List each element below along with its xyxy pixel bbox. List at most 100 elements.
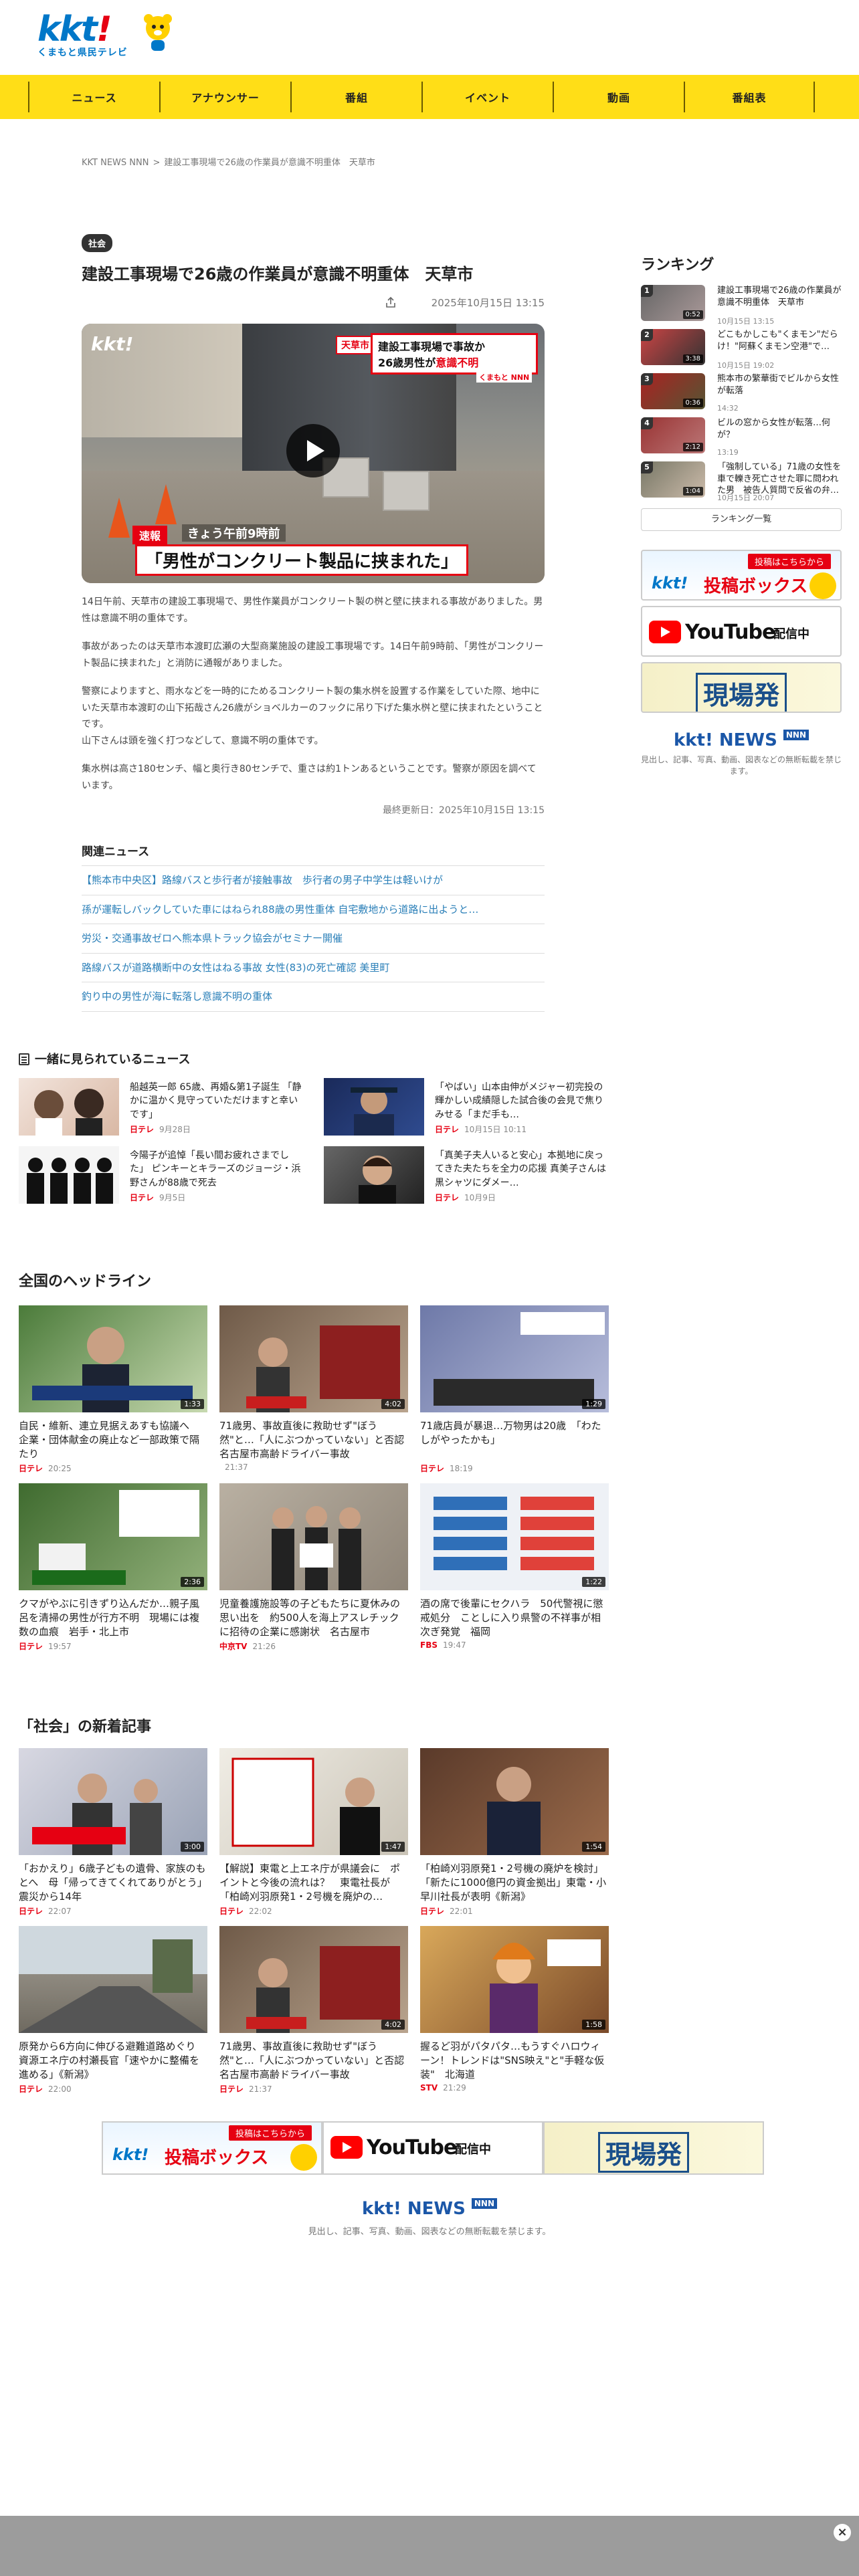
ranking-time: 10月15日 19:02 bbox=[717, 361, 775, 370]
related-news-item[interactable]: 労災・交通事故ゼロへ熊本県トラック協会がセミナー開催 bbox=[82, 924, 545, 954]
together-meta: 日テレ 9月28日 bbox=[130, 1125, 191, 1134]
news-logo: kkt! NEWS NNN bbox=[641, 730, 842, 750]
youtube-live-label: 配信中 bbox=[455, 2143, 491, 2157]
article-meta: 2025年10月15日 13:15 bbox=[82, 294, 545, 310]
video-scene-block bbox=[383, 471, 430, 512]
society-thumbnail: 3:00 bbox=[19, 1748, 207, 1855]
genba-banner[interactable]: 現場発 bbox=[641, 662, 842, 713]
related-news-list: 【熊本市中央区】路線バスと歩行者が接触事故 歩行者の男子中学生は軽いけが 孫が運… bbox=[82, 866, 545, 1012]
society-card[interactable]: 4:02 71歳男、事故直後に救助せず"ぼう然"と…「人にぶつかっていない」と否… bbox=[219, 1926, 408, 2095]
video-headline-line1: 建設工事現場で事故か bbox=[378, 340, 486, 354]
headline-card[interactable]: 1:22 酒の席で後輩にセクハラ 50代警視に懲戒処分 ことしに入り県警の不祥事… bbox=[420, 1483, 609, 1650]
footer-genba-banner[interactable]: 現場発 bbox=[543, 2121, 764, 2175]
youtube-icon bbox=[330, 2136, 363, 2159]
related-news-item[interactable]: 【熊本市中央区】路線バスと歩行者が接触事故 歩行者の男子中学生は軽いけが bbox=[82, 866, 545, 895]
ranking-number: 3 bbox=[641, 373, 653, 385]
share-icon[interactable] bbox=[384, 296, 397, 309]
together-item[interactable]: 船越英一郎 65歳、再婚&第1子誕生 「静かに温かく見守っていただけますと幸いで… bbox=[19, 1078, 306, 1137]
headline-card[interactable]: 1:29 71歳店員が暴退…万物男は20歳 「わたしがやったかも」 日テレ 18:… bbox=[420, 1305, 609, 1474]
sidebar-news-logo[interactable]: kkt! NEWS NNN 見出し、記事、写真、動画、図表などの無断転載を禁じま… bbox=[641, 730, 842, 777]
society-text: 原発から6方向に伸びる避難道路めぐり 資源エネ庁の村瀬長官「速やかに整備を進める… bbox=[19, 2040, 206, 2080]
youtube-banner[interactable]: YouTube 配信中 bbox=[641, 606, 842, 657]
headline-text: 自民・維新、連立見据えあすも協議へ 企業・団体献金の廃止など一部政策で隔たり bbox=[19, 1420, 200, 1460]
headline-card[interactable]: 2:36 クマがやぶに引きずり込んだか…親子風呂を清掃の男性が行方不明 現場には… bbox=[19, 1483, 207, 1652]
ranking-more-button[interactable]: ランキング一覧 bbox=[641, 508, 842, 531]
society-card[interactable]: 1:54 「柏崎刈羽原発1・2号機の廃炉を検討」「新たに1000億円の資金拠出」… bbox=[420, 1748, 609, 1917]
footer-youtube-banner[interactable]: YouTube 配信中 bbox=[322, 2121, 543, 2175]
post-box-logo: kkt! bbox=[112, 2145, 149, 2164]
footer-post-box-banner[interactable]: 投稿はこちらから kkt! 投稿ボックス bbox=[102, 2121, 322, 2175]
headline-card[interactable]: 4:02 71歳男、事故直後に救助せず"ぼう然"と…「人にぶつかっていない」と否… bbox=[219, 1305, 408, 1472]
related-news-item[interactable]: 孫が運転しバックしていた車にはねられ88歳の男性重体 自宅敷地から道路に出ようと… bbox=[82, 895, 545, 925]
together-thumbnail bbox=[324, 1078, 424, 1136]
genba-text: 現場発 bbox=[696, 673, 787, 712]
video-time-label: きょう午前9時前 bbox=[182, 524, 286, 542]
ranking-item[interactable]: 1:04 5 「強制している」71歳の女性を車で轢き死亡させた罪に問われた男 被… bbox=[641, 461, 842, 506]
headline-text: 酒の席で後輩にセクハラ 50代警視に懲戒処分 ことしに入り県警の不祥事が相次ぎ発… bbox=[420, 1598, 603, 1638]
play-icon[interactable] bbox=[286, 424, 340, 478]
ranking-time: 14:32 bbox=[717, 404, 739, 413]
ranking-item[interactable]: 0:52 1 建設工事現場で26歳の作業員が意識不明重体 天草市 10月15日 … bbox=[641, 285, 842, 329]
kumamon-icon bbox=[290, 2144, 317, 2171]
close-icon[interactable]: × bbox=[834, 2524, 851, 2541]
article-paragraph: 事故があったのは天草市本渡町広瀬の大型商業施設の建設工事現場です。14日午前9時… bbox=[82, 641, 544, 669]
ranking-item[interactable]: 0:36 3 熊本市の繁華街でビルから女性が転落 14:32 bbox=[641, 373, 842, 417]
footer-news-logo[interactable]: kkt! NEWS NNN bbox=[0, 2198, 859, 2219]
nav-announcer[interactable]: アナウンサー bbox=[159, 82, 290, 112]
nav-events[interactable]: イベント bbox=[421, 82, 553, 112]
footer-news: kkt! NEWS NNN 見出し、記事、写真、動画、図表などの無断転載を禁じま… bbox=[0, 2198, 859, 2237]
ranking-text: 「強制している」71歳の女性を車で轢き死亡させた罪に問われた男 被告人質問で反省… bbox=[717, 462, 842, 496]
society-text: 71歳男、事故直後に救助せず"ぼう然"と…「人にぶつかっていない」と否認 名古屋… bbox=[219, 2040, 408, 2080]
headline-thumbnail: 1:22 bbox=[420, 1483, 609, 1590]
video-player[interactable]: kkt! 天草市 建設工事現場で事故か 26歳男性が意識不明 くまもと NNN … bbox=[82, 324, 545, 584]
headline-thumbnail bbox=[219, 1483, 408, 1590]
together-text: 船越英一郎 65歳、再婚&第1子誕生 「静かに温かく見守っていただけますと幸いで… bbox=[130, 1082, 302, 1120]
headline-card[interactable]: 児童養護施設等の子どもたちに夏休みの思い出を 約500人を海上アスレチックに招待… bbox=[219, 1483, 408, 1652]
together-item[interactable]: 「やばい」山本由伸がメジャー初完投の輝かしい成績隠した試合後の会見で焦りみせる「… bbox=[324, 1078, 611, 1137]
society-card[interactable]: 3:00 「おかえり」6歳子どもの遺骨、家族のもとへ 母「帰ってきてくれてありが… bbox=[19, 1748, 207, 1917]
ranking-item[interactable]: 2:12 4 ビルの窓から女性が転落…何が？ 13:19 bbox=[641, 417, 842, 461]
together-text: 今陽子が追悼「長い間お疲れさまでした」 ピンキーとキラーズのジョージ・浜野さんが… bbox=[130, 1150, 301, 1188]
ranking-text: どこもかしこも"くまモン"だらけ！"阿蘇くまモン空港"で… bbox=[717, 330, 838, 352]
article: 社会 建設工事現場で26歳の作業員が意識不明重体 天草市 2025年10月15日… bbox=[82, 234, 545, 1012]
category-badge[interactable]: 社会 bbox=[82, 234, 113, 252]
headline-card[interactable]: 1:33 自民・維新、連立見据えあすも協議へ 企業・団体献金の廃止など一部政策で… bbox=[19, 1305, 207, 1474]
together-text: 「真美子夫人いると安心」本拠地に戻ってきた夫たちを全力の応援 真美子さんは黒シャ… bbox=[435, 1150, 607, 1188]
society-thumbnail bbox=[19, 1926, 207, 2033]
society-card[interactable]: 原発から6方向に伸びる避難道路めぐり 資源エネ庁の村瀬長官「速やかに整備を進める… bbox=[19, 1926, 207, 2095]
headline-meta: 日テレ 20:25 bbox=[19, 1464, 72, 1473]
video-place-label: 天草市 bbox=[336, 336, 375, 355]
society-thumbnail: 1:54 bbox=[420, 1748, 609, 1855]
society-section-title: 「社会」の新着記事 bbox=[19, 1719, 152, 1735]
headline-meta: FBS 19:47 bbox=[420, 1640, 466, 1650]
nav-schedule[interactable]: 番組表 bbox=[684, 82, 815, 112]
nav-programs[interactable]: 番組 bbox=[290, 82, 421, 112]
ranking-time: 13:19 bbox=[717, 448, 739, 457]
society-text: 【解説】東電と上エネ庁が県議会に ポイントと今後の流れは？ 東電社長が「柏崎刈羽… bbox=[219, 1862, 401, 1903]
video-tag: 速報 bbox=[132, 526, 168, 545]
breadcrumb-current: 建設工事現場で26歳の作業員が意識不明重体 天草市 bbox=[164, 158, 375, 168]
breadcrumb-home[interactable]: KKT NEWS NNN bbox=[82, 158, 149, 168]
society-card[interactable]: 1:58 握るど羽がパタパタ…もうすぐハロウィーン！トレンドは"SNS映え"と"… bbox=[420, 1926, 609, 2092]
headline-text: 71歳男、事故直後に救助せず"ぼう然"と…「人にぶつかっていない」と否認 名古屋… bbox=[219, 1420, 408, 1460]
society-meta: 日テレ 22:01 bbox=[420, 1907, 473, 1916]
genba-text: 現場発 bbox=[598, 2132, 690, 2173]
headline-meta: 日テレ 18:19 bbox=[420, 1464, 473, 1473]
headline-thumbnail: 1:29 bbox=[420, 1305, 609, 1412]
together-item[interactable]: 今陽子が追悼「長い間お疲れさまでした」 ピンキーとキラーズのジョージ・浜野さんが… bbox=[19, 1146, 306, 1205]
headline-meta: 中京TV 21:26 bbox=[219, 1642, 276, 1651]
nav-videos[interactable]: 動画 bbox=[553, 82, 684, 112]
site-header: kkt! くまもと県民テレビ bbox=[0, 0, 859, 75]
article-body: 14日午前、天草市の建設工事現場で、男性作業員がコンクリート製の桝と壁に挟まれる… bbox=[82, 594, 545, 794]
post-box-banner[interactable]: 投稿はこちらから kkt! 投稿ボックス bbox=[641, 550, 842, 601]
video-headline: 建設工事現場で事故か 26歳男性が意識不明 bbox=[371, 333, 538, 375]
ranking-item[interactable]: 3:38 2 どこもかしこも"くまモン"だらけ！"阿蘇くまモン空港"で… 10月… bbox=[641, 329, 842, 373]
society-card[interactable]: 1:47 【解説】東電と上エネ庁が県議会に ポイントと今後の流れは？ 東電社長が… bbox=[219, 1748, 408, 1917]
ranking-number: 5 bbox=[641, 461, 653, 473]
headline-meta: 日テレ 19:57 bbox=[19, 1642, 72, 1651]
article-title: 建設工事現場で26歳の作業員が意識不明重体 天草市 bbox=[82, 265, 474, 284]
related-news-item[interactable]: 釣り中の男性が海に転落し意識不明の重体 bbox=[82, 982, 545, 1012]
together-item[interactable]: 「真美子夫人いると安心」本拠地に戻ってきた夫たちを全力の応援 真美子さんは黒シャ… bbox=[324, 1146, 611, 1205]
nav-news[interactable]: ニュース bbox=[28, 82, 159, 112]
related-news-item[interactable]: 路線バスが道路横断中の女性はねる事故 女性(83)の死亡確認 美里町 bbox=[82, 954, 545, 983]
